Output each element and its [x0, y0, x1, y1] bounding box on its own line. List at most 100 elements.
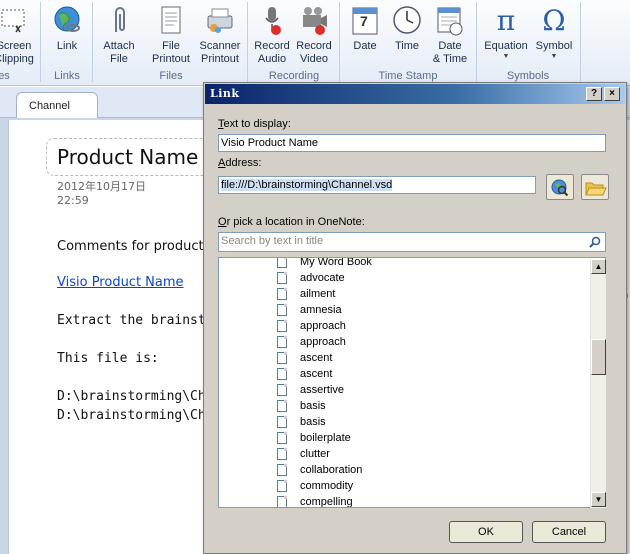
tree-item[interactable]: ascent: [277, 350, 332, 366]
video-camera-icon: [303, 7, 327, 35]
tree-item[interactable]: approach: [277, 318, 346, 334]
group-separator: [339, 2, 340, 82]
dialog-title: Link: [210, 87, 240, 100]
tree-item[interactable]: collaboration: [277, 462, 362, 478]
tree-item[interactable]: advocate: [277, 270, 345, 286]
page-icon: [277, 352, 287, 364]
tree-item[interactable]: assertive: [277, 382, 344, 398]
page-icon: [277, 464, 287, 476]
group-separator: [476, 2, 477, 82]
microphone-icon: [265, 7, 281, 35]
cancel-button[interactable]: Cancel: [532, 521, 606, 543]
tree-item[interactable]: clutter: [277, 446, 330, 462]
tree-item-label: collaboration: [300, 464, 363, 476]
tree-item-label: clutter: [300, 448, 330, 460]
extract-text[interactable]: Extract the brainsto: [57, 313, 214, 328]
record-video-button[interactable]: Record Video: [293, 4, 335, 66]
tree-item-label: commodity: [300, 480, 354, 492]
link-dialog: Link ? × Text to display: Visio Product …: [203, 82, 627, 554]
comments-text[interactable]: Comments for product n: [57, 239, 216, 254]
visio-link-text[interactable]: Visio Product Name: [57, 275, 184, 290]
location-tree[interactable]: My Word Book advocate ailment amnesia ap…: [218, 257, 606, 508]
equation-button[interactable]: π Equation ▼: [480, 4, 532, 61]
page-icon: [277, 272, 287, 284]
ribbon: Screen Clipping es Link Links Attach Fil…: [0, 0, 630, 86]
pick-location-label: Or pick a location in OneNote:: [218, 216, 365, 228]
screen-clipping-label: Screen Clipping: [0, 40, 34, 65]
browse-web-button[interactable]: [546, 174, 574, 200]
tree-item[interactable]: basis: [277, 398, 326, 414]
link-button[interactable]: Link: [47, 4, 87, 53]
screen-clipping-button[interactable]: Screen Clipping: [0, 4, 38, 66]
files-group-label: Files: [159, 70, 183, 82]
path-text-1[interactable]: D:\brainstorming\Cha: [57, 389, 214, 404]
search-input[interactable]: Search by text in title: [218, 232, 606, 252]
tree-item[interactable]: My Word Book: [277, 257, 372, 270]
tree-scrollbar[interactable]: [590, 259, 606, 508]
page-title[interactable]: Product Name: [57, 145, 198, 169]
record-audio-button[interactable]: Record Audio: [251, 4, 293, 66]
paperclip-icon: [115, 7, 125, 32]
calendar-icon: 7: [349, 4, 381, 38]
date-time-button[interactable]: Date & Time: [428, 4, 472, 66]
address-input[interactable]: file:///D:\brainstorming\Channel.vsd: [218, 176, 536, 194]
pi-icon: π: [496, 4, 516, 37]
tree-item[interactable]: ascent: [277, 366, 332, 382]
file-printout-button[interactable]: File Printout: [148, 4, 194, 66]
tree-item-label: My Word Book: [300, 257, 372, 268]
page-icon: [277, 416, 287, 428]
label-rest: ddress:: [225, 157, 262, 169]
dialog-titlebar[interactable]: Link ? ×: [205, 84, 625, 104]
page-icon: [277, 368, 287, 380]
text-to-display-input[interactable]: Visio Product Name: [218, 134, 606, 152]
symbol-label: Symbol: [535, 40, 573, 52]
date-label: Date: [353, 40, 377, 52]
tree-item[interactable]: compelling: [277, 494, 353, 508]
scroll-down-arrow-icon[interactable]: ▼: [591, 492, 606, 507]
scanner-printout-button[interactable]: Scanner Printout: [196, 4, 244, 66]
page-icon: [277, 320, 287, 332]
date-time-label: Date & Time: [432, 40, 468, 65]
visio-link[interactable]: Visio Product Name: [57, 275, 184, 290]
tree-item-label: compelling: [300, 496, 353, 508]
scroll-up-arrow-icon[interactable]: ▲: [591, 259, 606, 274]
attach-file-button[interactable]: Attach File: [98, 4, 140, 66]
browse-file-button[interactable]: [581, 174, 609, 200]
tree-item[interactable]: basis: [277, 414, 326, 430]
tab-channel[interactable]: Channel: [16, 92, 98, 119]
close-button[interactable]: ×: [604, 87, 620, 101]
tree-item[interactable]: commodity: [277, 478, 353, 494]
equation-label: Equation: [484, 40, 528, 52]
path-text-2[interactable]: D:\brainstorming\Ch: [57, 408, 206, 423]
this-file-text[interactable]: This file is:: [57, 351, 159, 366]
help-button[interactable]: ?: [586, 87, 602, 101]
ok-button[interactable]: OK: [449, 521, 523, 543]
date-button[interactable]: 7 Date: [344, 4, 386, 53]
label-rest: ext to display:: [223, 118, 291, 130]
file-printout-label: File Printout: [152, 40, 190, 65]
tree-item[interactable]: boilerplate: [277, 430, 351, 446]
chevron-down-icon: ▼: [502, 53, 510, 60]
symbols-group-label: Symbols: [506, 70, 550, 82]
globe-link-icon: [54, 6, 80, 32]
page-icon: [277, 384, 287, 396]
scanner-icon: [207, 8, 233, 33]
time-button[interactable]: Time: [386, 4, 428, 53]
calendar-day: 7: [360, 13, 368, 29]
tree-item[interactable]: approach: [277, 334, 346, 350]
tree-item[interactable]: amnesia: [277, 302, 342, 318]
tree-item-label: amnesia: [300, 304, 342, 316]
symbol-button[interactable]: Ω Symbol ▼: [532, 4, 576, 61]
folder-open-icon: [585, 182, 607, 196]
images-group-label: es: [0, 70, 10, 82]
group-separator: [580, 2, 581, 82]
label-rest: r pick a location in OneNote:: [226, 216, 365, 228]
tree-item-label: advocate: [300, 272, 345, 284]
time-label: Time: [394, 40, 420, 52]
scrollbar-thumb[interactable]: [591, 339, 606, 375]
address-label: Address:: [218, 157, 261, 169]
page-time: 22:59: [57, 194, 89, 207]
search-icon[interactable]: [589, 236, 601, 248]
tree-item[interactable]: ailment: [277, 286, 335, 302]
time-stamp-group-label: Time Stamp: [378, 70, 438, 82]
